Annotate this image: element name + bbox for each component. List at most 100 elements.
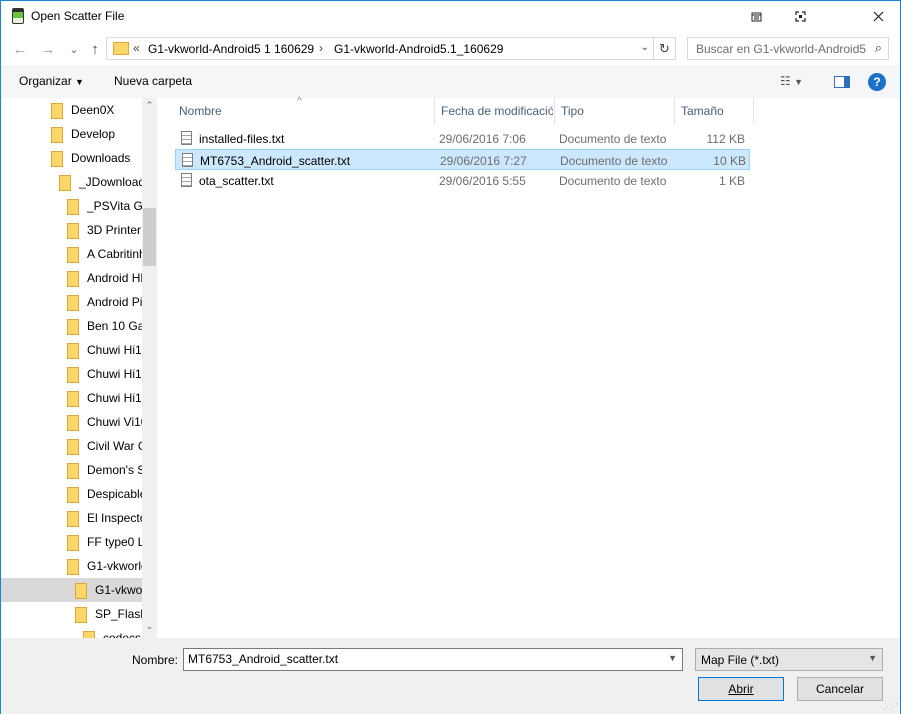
- column-name-label: Nombre: [179, 104, 222, 118]
- tree-item[interactable]: Downloads: [1, 146, 142, 170]
- folder-icon: [67, 295, 79, 311]
- resize-grip-icon[interactable]: ⋰⋰: [883, 702, 898, 711]
- help-icon[interactable]: ?: [868, 73, 886, 91]
- scroll-up-icon[interactable]: ⌃: [142, 100, 157, 115]
- file-list-pane: Nombre ^ Fecha de modificación Tipo Tama…: [159, 96, 900, 638]
- cancel-button[interactable]: Cancelar: [797, 677, 883, 701]
- folder-icon: [67, 367, 79, 383]
- tree-item[interactable]: El Inspector: [1, 506, 142, 530]
- forward-button[interactable]: →: [37, 39, 59, 59]
- tree-item[interactable]: G1-vkworld: [1, 554, 142, 578]
- folder-icon: [51, 127, 63, 143]
- command-bar: Organizar ▼ Nueva carpeta ☷ ▼ ?: [1, 65, 900, 98]
- chevron-down-icon[interactable]: ▼: [868, 653, 877, 663]
- tree-item[interactable]: Chuwi Hi13: [1, 386, 142, 410]
- search-icon[interactable]: ⌕: [875, 40, 882, 56]
- scroll-thumb[interactable]: [143, 208, 156, 266]
- sort-ascending-icon: ^: [297, 96, 302, 107]
- navigation-pane: Deen0X Develop Downloads _JDownloads _PSVita…: [1, 98, 157, 638]
- column-header-size[interactable]: Tamaño: [675, 98, 754, 124]
- scroll-down-icon[interactable]: ⌄: [142, 621, 157, 636]
- address-bar[interactable]: « G1-vkworld-Android5 1 160629 › G1-vkwo…: [106, 37, 676, 60]
- folder-icon: [67, 439, 79, 455]
- tree-item[interactable]: A Cabritinha: [1, 242, 142, 266]
- tree-item[interactable]: Develop: [1, 122, 142, 146]
- restore-icon[interactable]: [734, 1, 778, 32]
- tree-item-label: FF type0 L: [87, 535, 142, 549]
- file-row[interactable]: installed-files.txt 29/06/2016 7:06 Docume…: [175, 128, 750, 149]
- organize-menu[interactable]: Organizar ▼: [19, 74, 84, 88]
- open-button[interactable]: Abrir: [698, 677, 784, 701]
- path-overflow-chevron[interactable]: «: [133, 41, 140, 55]
- organize-label: Organizar: [19, 74, 72, 88]
- text-file-icon: [182, 153, 193, 167]
- folder-icon: [67, 199, 79, 215]
- tree-item[interactable]: Civil War Generals: [1, 434, 142, 458]
- file-type: Documento de texto: [559, 174, 667, 188]
- chevron-down-icon[interactable]: ▼: [668, 653, 677, 663]
- tree-item[interactable]: FF type0 L: [1, 530, 142, 554]
- tree-item-label: Chuwi Vi10: [87, 415, 142, 429]
- tree-item[interactable]: Demon's Souls: [1, 458, 142, 482]
- tree-item[interactable]: Android HD: [1, 266, 142, 290]
- breadcrumb-separator[interactable]: ›: [319, 41, 323, 55]
- filename-input[interactable]: [188, 652, 658, 666]
- open-button-label: Abrir: [728, 682, 754, 696]
- tree-item[interactable]: Despicable Me: [1, 482, 142, 506]
- folder-icon: [67, 247, 79, 263]
- column-header-name[interactable]: Nombre ^: [173, 96, 435, 124]
- filename-combobox[interactable]: ▼: [183, 648, 683, 671]
- tree-item-label: G1-vkworld: [87, 559, 142, 573]
- breadcrumb-segment[interactable]: G1-vkworld-Android5 1 160629: [148, 42, 314, 56]
- tree-item[interactable]: 3D Printer: [1, 218, 142, 242]
- folder-icon: [75, 583, 87, 599]
- fullscreen-icon[interactable]: [778, 1, 822, 32]
- tree-item[interactable]: Chuwi Hi10: [1, 338, 142, 362]
- up-folder-button[interactable]: ↑: [84, 39, 106, 59]
- refresh-icon[interactable]: ↻: [653, 38, 675, 59]
- column-header-date[interactable]: Fecha de modificación: [435, 98, 555, 124]
- column-size-label: Tamaño: [681, 104, 724, 118]
- tree-item[interactable]: Deen0X: [1, 98, 142, 122]
- folder-icon: [67, 223, 79, 239]
- tree-item-label: Chuwi Hi10: [87, 343, 142, 357]
- tree-item[interactable]: Chuwi Hi12: [1, 362, 142, 386]
- file-date: 29/06/2016 5:55: [439, 174, 526, 188]
- search-box[interactable]: Buscar en G1-vkworld-Android5.1_160629 ⌕: [687, 37, 889, 60]
- tree-scrollbar[interactable]: ⌃ ⌄: [142, 98, 157, 638]
- tree-item[interactable]: SP_Flash_Tool: [1, 602, 142, 626]
- tree-item[interactable]: codecs: [1, 626, 142, 638]
- back-button[interactable]: ←: [9, 39, 31, 59]
- address-dropdown-icon[interactable]: ⌄: [641, 42, 649, 53]
- tree-item-label: El Inspector: [87, 511, 142, 525]
- tree-item-label: Chuwi Hi13: [87, 391, 142, 405]
- tree-item[interactable]: Chuwi Vi10: [1, 410, 142, 434]
- file-type-select[interactable]: Map File (*.txt) ▼: [695, 648, 883, 671]
- tree-item[interactable]: Ben 10 Galactic: [1, 314, 142, 338]
- file-row[interactable]: ota_scatter.txt 29/06/2016 5:55 Documento …: [175, 170, 750, 191]
- breadcrumb-segment[interactable]: G1-vkworld-Android5.1_160629: [334, 42, 503, 56]
- preview-pane-icon[interactable]: [834, 76, 850, 88]
- folder-icon: [67, 391, 79, 407]
- file-name: installed-files.txt: [199, 132, 285, 146]
- view-options-icon[interactable]: ☷ ▼: [780, 74, 803, 88]
- new-folder-button[interactable]: Nueva carpeta: [114, 74, 192, 88]
- close-icon[interactable]: [856, 1, 900, 32]
- recent-locations-dropdown[interactable]: ⌄: [63, 39, 85, 59]
- file-type-value: Map File (*.txt): [701, 653, 780, 667]
- tree-item[interactable]: G1-vkworld-Android5.1_160629: [1, 578, 142, 602]
- filename-label: Nombre:: [132, 653, 179, 667]
- tree-item-label: Deen0X: [71, 103, 115, 117]
- tree-item[interactable]: _JDownloads: [1, 170, 142, 194]
- file-date: 29/06/2016 7:06: [439, 132, 526, 146]
- tree-item[interactable]: Android Pie: [1, 290, 142, 314]
- tree-item-label: Downloads: [71, 151, 131, 165]
- file-row[interactable]: MT6753_Android_scatter.txt 29/06/2016 7:2…: [175, 149, 750, 170]
- column-date-label: Fecha de modificación: [441, 104, 553, 118]
- downloads-folder-icon: [51, 151, 63, 167]
- tree-item-label: Civil War Generals: [87, 439, 142, 453]
- column-header-type[interactable]: Tipo: [555, 98, 675, 124]
- folder-icon: [67, 343, 79, 359]
- tree-item-label: A Cabritinha: [87, 247, 142, 261]
- tree-item[interactable]: _PSVita Games: [1, 194, 142, 218]
